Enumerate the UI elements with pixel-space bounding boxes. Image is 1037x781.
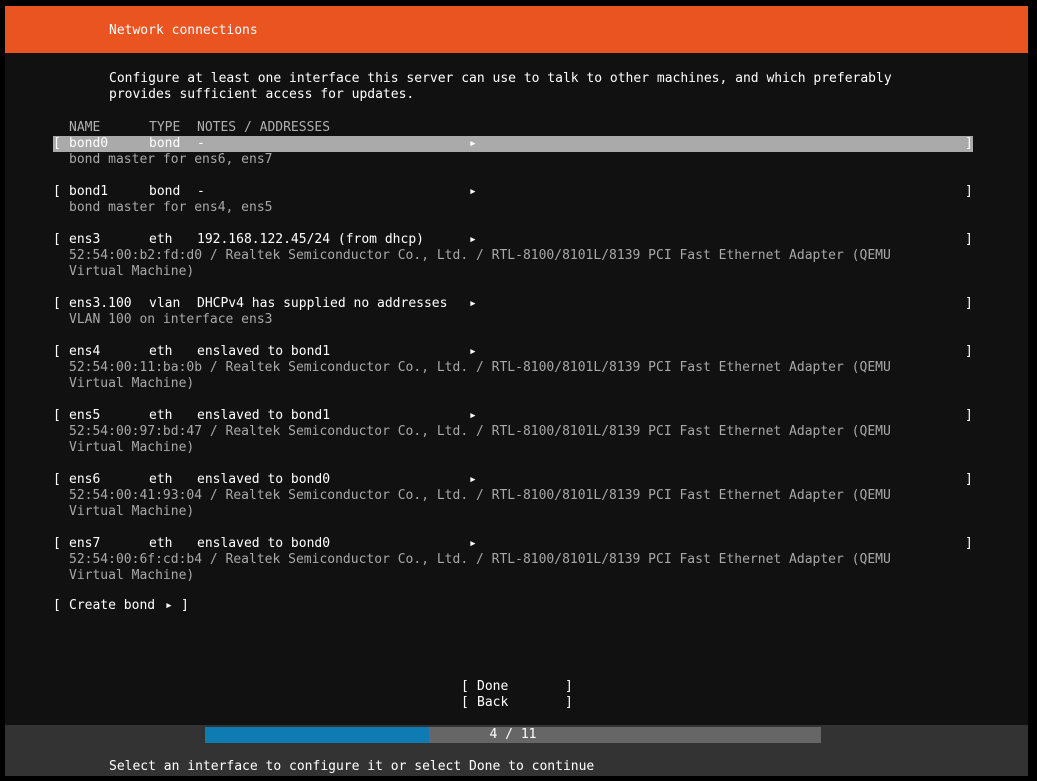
page-title: Network connections — [109, 23, 258, 38]
bracket-open: [ — [53, 598, 61, 613]
arrow-right-icon: ▸ — [469, 536, 477, 551]
bracket-open: [ — [53, 344, 61, 359]
interface-type: eth — [149, 344, 173, 359]
bracket-open: [ — [53, 296, 61, 311]
bracket-open: [ — [53, 184, 61, 199]
interface-details: VLAN 100 on interface ens3 — [69, 312, 273, 327]
arrow-right-icon: ▸ — [469, 408, 477, 423]
interface-type: eth — [149, 232, 173, 247]
arrow-right-icon: ▸ — [469, 344, 477, 359]
footer-bar: 4 / 11 Select an interface to configure … — [5, 725, 1028, 776]
interface-row[interactable]: [ ens4 eth enslaved to bond1 ▸] — [53, 344, 973, 360]
interface-type: eth — [149, 408, 173, 423]
interface-notes: enslaved to bond0 — [197, 472, 331, 487]
interface-notes: - — [197, 184, 205, 199]
interface-name: ens3.100 — [69, 296, 132, 311]
bracket-open: [ — [53, 536, 61, 551]
header-bar: Network connections — [5, 6, 1028, 53]
column-header-notes: NOTES / ADDRESSES — [197, 120, 331, 135]
interface-notes: - — [197, 136, 205, 151]
create-bond-label: Create bond — [69, 598, 156, 613]
interface-type: eth — [149, 472, 173, 487]
interface-details: 52:54:00:b2:fd:d0 / Realtek Semiconducto… — [69, 248, 891, 263]
interface-name: ens6 — [69, 472, 101, 487]
interface-details: bond master for ens4, ens5 — [69, 200, 273, 215]
arrow-right-icon: ▸ — [469, 296, 477, 311]
bracket-open: [ — [461, 679, 469, 694]
interface-row[interactable]: [ ens3 eth 192.168.122.45/24 (from dhcp) ▸] — [53, 232, 973, 248]
interface-details: Virtual Machine) — [69, 504, 195, 519]
bracket-close: ] — [181, 598, 189, 613]
interface-type: bond — [149, 136, 181, 151]
arrow-right-icon: ▸ — [469, 184, 477, 199]
bracket-open: [ — [53, 472, 61, 487]
bracket-open: [ — [461, 695, 469, 710]
intro-text-line-1: Configure at least one interface this se… — [109, 71, 892, 86]
interface-notes: DHCPv4 has supplied no addresses — [197, 296, 448, 311]
bracket-close: ] — [965, 536, 973, 551]
interface-type: eth — [149, 536, 173, 551]
bracket-close: ] — [965, 408, 973, 423]
interface-row[interactable]: [ bond1 bond - ▸] — [53, 184, 973, 200]
bracket-close: ] — [565, 695, 573, 710]
interface-name: ens5 — [69, 408, 101, 423]
interface-name: ens4 — [69, 344, 101, 359]
arrow-right-icon: ▸ — [469, 136, 477, 151]
back-label: Back — [477, 695, 509, 710]
done-button[interactable]: [ Done ] — [461, 679, 573, 695]
interface-type: bond — [149, 184, 181, 199]
arrow-right-icon: ▸ — [165, 598, 173, 613]
interface-details: 52:54:00:97:bd:47 / Realtek Semiconducto… — [69, 424, 891, 439]
interface-details: 52:54:00:41:93:04 / Realtek Semiconducto… — [69, 488, 891, 503]
bracket-close: ] — [965, 184, 973, 199]
bracket-close: ] — [965, 472, 973, 487]
arrow-right-icon: ▸ — [469, 472, 477, 487]
bracket-open: [ — [53, 136, 61, 151]
interface-details: bond master for ens6, ens7 — [69, 152, 273, 167]
interface-type: vlan — [149, 296, 181, 311]
interface-notes: 192.168.122.45/24 (from dhcp) — [197, 232, 424, 247]
intro-text-line-2: provides sufficient access for updates. — [109, 87, 415, 102]
bracket-close: ] — [965, 136, 973, 151]
interface-notes: enslaved to bond0 — [197, 536, 331, 551]
column-header-type: TYPE — [149, 120, 181, 135]
bracket-close: ] — [965, 232, 973, 247]
interface-details: 52:54:00:11:ba:0b / Realtek Semiconducto… — [69, 360, 891, 375]
interface-row[interactable]: [ bond0 bond - ▸] — [53, 136, 973, 152]
create-bond-button[interactable]: [ Create bond ▸ ] — [53, 598, 189, 694]
status-message: Select an interface to configure it or s… — [109, 759, 595, 774]
installer-screen: Network connections Configure at least o… — [5, 6, 1028, 776]
progress-text: 4 / 11 — [489, 727, 537, 742]
interface-name: bond0 — [69, 136, 109, 151]
back-button[interactable]: [ Back ] — [461, 695, 573, 711]
interface-row[interactable]: [ ens5 eth enslaved to bond1 ▸] — [53, 408, 973, 424]
interface-row[interactable]: [ ens7 eth enslaved to bond0 ▸] — [53, 536, 973, 552]
bracket-close: ] — [965, 344, 973, 359]
interface-name: ens3 — [69, 232, 101, 247]
arrow-right-icon: ▸ — [469, 232, 477, 247]
column-header-name: NAME — [69, 120, 101, 135]
interface-notes: enslaved to bond1 — [197, 344, 331, 359]
progress-bar: 4 / 11 — [205, 727, 821, 743]
interface-details: 52:54:00:6f:cd:b4 / Realtek Semiconducto… — [69, 552, 891, 567]
interface-details: Virtual Machine) — [69, 376, 195, 391]
bracket-open: [ — [53, 408, 61, 423]
interface-details: Virtual Machine) — [69, 568, 195, 583]
interface-details: Virtual Machine) — [69, 440, 195, 455]
done-label: Done — [477, 679, 509, 694]
bracket-open: [ — [53, 232, 61, 247]
interface-name: bond1 — [69, 184, 109, 199]
interface-row[interactable]: [ ens3.100 vlan DHCPv4 has supplied no addr… — [53, 296, 973, 312]
bracket-close: ] — [565, 679, 573, 694]
interface-details: Virtual Machine) — [69, 264, 195, 279]
interface-name: ens7 — [69, 536, 101, 551]
interface-row[interactable]: [ ens6 eth enslaved to bond0 ▸] — [53, 472, 973, 488]
interface-notes: enslaved to bond1 — [197, 408, 331, 423]
bracket-close: ] — [965, 296, 973, 311]
